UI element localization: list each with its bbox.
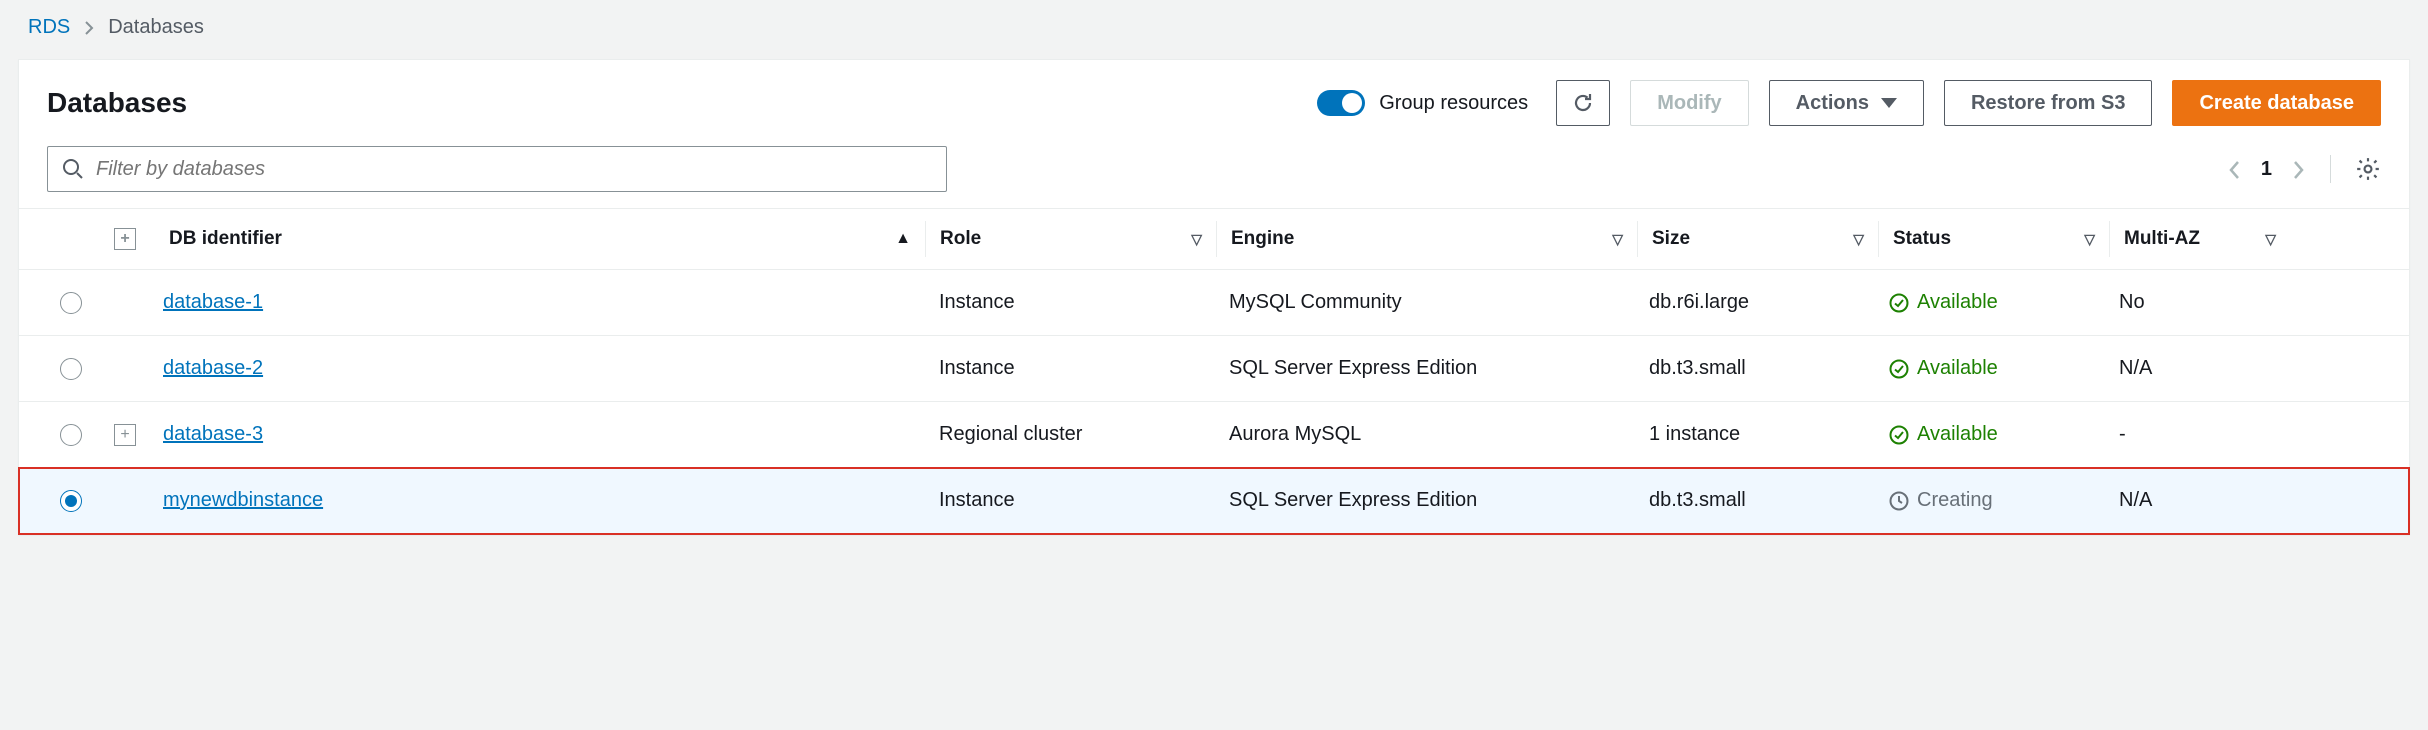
table-row[interactable]: + database-3 Regional clusterAurora MySQL1…: [19, 402, 2409, 468]
status-cell: Available: [1875, 291, 2105, 314]
sort-icon: ▽: [2084, 231, 2095, 248]
engine-cell: MySQL Community: [1215, 291, 1635, 314]
table-header: + DB identifier ▲ Role ▽ Engine ▽: [19, 208, 2409, 270]
restore-button[interactable]: Restore from S3: [1944, 80, 2153, 126]
filter-input[interactable]: [96, 158, 932, 181]
check-circle-icon: [1889, 293, 1909, 313]
multiaz-cell: N/A: [2105, 489, 2285, 512]
size-cell: db.r6i.large: [1635, 291, 1875, 314]
role-cell: Regional cluster: [925, 423, 1215, 446]
clock-icon: [1889, 491, 1909, 511]
engine-cell: SQL Server Express Edition: [1215, 489, 1635, 512]
db-identifier-link[interactable]: database-1: [163, 291, 263, 314]
multiaz-cell: No: [2105, 291, 2285, 314]
role-cell: Instance: [925, 489, 1215, 512]
column-header-status[interactable]: Status ▽: [1879, 228, 2109, 250]
divider: [2330, 155, 2331, 183]
table-row[interactable]: mynewdbinstance InstanceSQL Server Expres…: [19, 468, 2409, 534]
actions-button[interactable]: Actions: [1769, 80, 1924, 126]
databases-table: + DB identifier ▲ Role ▽ Engine ▽: [19, 208, 2409, 534]
next-page-button[interactable]: [2292, 156, 2306, 182]
sort-icon: ▽: [1191, 231, 1202, 248]
gear-icon: [2355, 156, 2381, 182]
row-select-radio[interactable]: [60, 292, 82, 314]
role-cell: Instance: [925, 291, 1215, 314]
size-cell: 1 instance: [1635, 423, 1875, 446]
column-header-role[interactable]: Role ▽: [926, 228, 1216, 250]
databases-panel: Databases Group resources Modify Actions…: [18, 59, 2410, 535]
db-identifier-link[interactable]: database-2: [163, 357, 263, 380]
breadcrumb-current: Databases: [108, 16, 204, 39]
header-actions: Group resources Modify Actions Restore f…: [1317, 80, 2381, 126]
breadcrumb: RDS Databases: [18, 12, 2410, 59]
status-cell: Available: [1875, 357, 2105, 380]
create-database-button[interactable]: Create database: [2172, 80, 2381, 126]
breadcrumb-root[interactable]: RDS: [28, 16, 70, 39]
table-row[interactable]: database-1 InstanceMySQL Communitydb.r6i.…: [19, 270, 2409, 336]
row-select-radio[interactable]: [60, 424, 82, 446]
table-row[interactable]: database-2 InstanceSQL Server Express Edi…: [19, 336, 2409, 402]
modify-button: Modify: [1630, 80, 1748, 126]
engine-cell: SQL Server Express Edition: [1215, 357, 1635, 380]
page-number: 1: [2261, 158, 2272, 181]
sort-icon: ▽: [1612, 231, 1623, 248]
column-header-size[interactable]: Size ▽: [1638, 228, 1878, 250]
multiaz-cell: -: [2105, 423, 2285, 446]
row-select-radio[interactable]: [60, 358, 82, 380]
chevron-right-icon: [84, 16, 94, 39]
toggle-label: Group resources: [1379, 92, 1528, 115]
pagination: 1: [2227, 155, 2381, 183]
filter-input-wrapper[interactable]: [47, 146, 947, 192]
group-resources-toggle[interactable]: Group resources: [1317, 90, 1528, 116]
db-identifier-link[interactable]: mynewdbinstance: [163, 489, 323, 512]
engine-cell: Aurora MySQL: [1215, 423, 1635, 446]
page-title: Databases: [47, 87, 187, 119]
prev-page-button[interactable]: [2227, 156, 2241, 182]
multiaz-cell: N/A: [2105, 357, 2285, 380]
expand-all-button[interactable]: +: [114, 228, 136, 250]
toggle-switch-on-icon: [1317, 90, 1365, 116]
search-icon: [62, 158, 84, 180]
caret-down-icon: [1881, 98, 1897, 108]
status-cell: Available: [1875, 423, 2105, 446]
check-circle-icon: [1889, 359, 1909, 379]
refresh-button[interactable]: [1556, 80, 1610, 126]
sort-icon: ▽: [1853, 231, 1864, 248]
role-cell: Instance: [925, 357, 1215, 380]
sort-asc-icon: ▲: [895, 230, 911, 248]
db-identifier-link[interactable]: database-3: [163, 423, 263, 446]
sort-icon: ▽: [2265, 231, 2276, 248]
actions-label: Actions: [1796, 92, 1869, 115]
refresh-icon: [1571, 91, 1595, 115]
column-header-id[interactable]: DB identifier ▲: [155, 228, 925, 250]
settings-button[interactable]: [2355, 156, 2381, 182]
size-cell: db.t3.small: [1635, 489, 1875, 512]
check-circle-icon: [1889, 425, 1909, 445]
column-header-multiaz[interactable]: Multi-AZ ▽: [2110, 228, 2290, 250]
size-cell: db.t3.small: [1635, 357, 1875, 380]
status-cell: Creating: [1875, 489, 2105, 512]
expand-row-button[interactable]: +: [114, 424, 136, 446]
row-select-radio[interactable]: [60, 490, 82, 512]
column-header-engine[interactable]: Engine ▽: [1217, 228, 1637, 250]
